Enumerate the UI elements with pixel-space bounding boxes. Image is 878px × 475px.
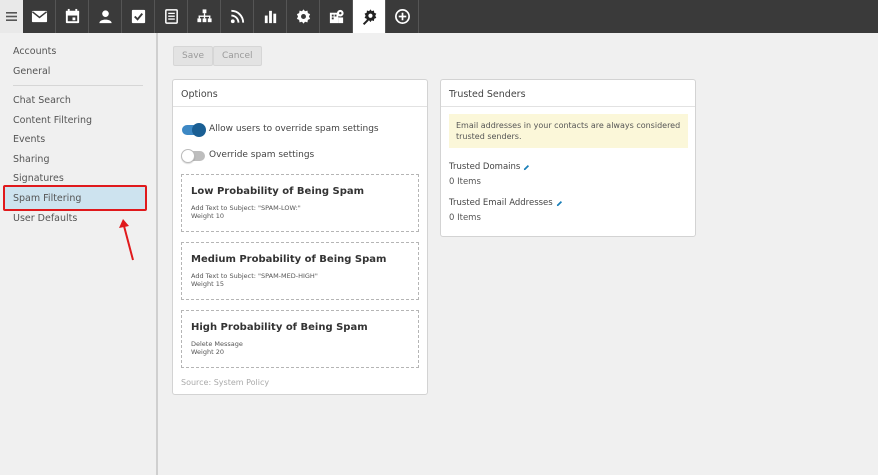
calendar-icon[interactable] (56, 0, 89, 33)
main-content: Save Cancel Options Allow users to overr… (158, 33, 878, 475)
sidebar-item-events[interactable]: Events (13, 134, 45, 145)
admin-gear-icon[interactable] (353, 0, 386, 33)
menu-icon[interactable] (0, 0, 23, 33)
medium-probability-action: Add Text to Subject: "SPAM-MED-HIGH" (191, 272, 318, 280)
cancel-button[interactable]: Cancel (213, 46, 262, 66)
annotation-arrow (119, 219, 134, 261)
panel-divider (441, 106, 695, 107)
medium-probability-box[interactable]: Medium Probability of Being Spam Add Tex… (181, 242, 419, 300)
tasks-icon[interactable] (122, 0, 155, 33)
trusted-senders-title: Trusted Senders (449, 89, 526, 100)
low-probability-weight: Weight 10 (191, 212, 224, 220)
allow-override-toggle[interactable] (182, 123, 206, 137)
rss-icon[interactable] (221, 0, 254, 33)
reports-icon[interactable] (254, 0, 287, 33)
low-probability-action: Add Text to Subject: "SPAM-LOW:" (191, 204, 301, 212)
medium-probability-title: Medium Probability of Being Spam (191, 254, 387, 265)
sitemap-icon[interactable] (188, 0, 221, 33)
sidebar-item-user-defaults[interactable]: User Defaults (13, 213, 77, 224)
sidebar-item-general[interactable]: General (13, 66, 50, 77)
trusted-emails-field[interactable]: Trusted Email Addresses (449, 198, 563, 208)
override-spam-label: Override spam settings (209, 150, 315, 160)
sidebar-item-signatures[interactable]: Signatures (13, 173, 64, 184)
annotation-highlight-box (3, 185, 147, 211)
sidebar-item-sharing[interactable]: Sharing (13, 154, 49, 165)
trusted-emails-label: Trusted Email Addresses (449, 198, 553, 208)
trusted-domains-field[interactable]: Trusted Domains (449, 162, 530, 172)
trusted-senders-notice: Email addresses in your contacts are alw… (449, 114, 688, 148)
low-probability-box[interactable]: Low Probability of Being Spam Add Text t… (181, 174, 419, 232)
save-button[interactable]: Save (173, 46, 214, 66)
high-probability-action: Delete Message (191, 340, 243, 348)
trusted-domains-count: 0 Items (449, 177, 481, 187)
contacts-icon[interactable] (89, 0, 122, 33)
options-panel-title: Options (181, 89, 218, 100)
high-probability-box[interactable]: High Probability of Being Spam Delete Me… (181, 310, 419, 368)
sidebar-item-accounts[interactable]: Accounts (13, 46, 56, 57)
high-probability-weight: Weight 20 (191, 348, 224, 356)
mail-icon[interactable] (23, 0, 56, 33)
override-spam-toggle[interactable] (181, 149, 205, 163)
medium-probability-weight: Weight 15 (191, 280, 224, 288)
policy-source: Source: System Policy (181, 378, 270, 387)
sidebar-item-content-filtering[interactable]: Content Filtering (13, 115, 92, 126)
sidebar-separator (13, 85, 143, 86)
edit-pencil-icon[interactable] (523, 164, 530, 171)
add-icon[interactable] (386, 0, 419, 33)
domain-settings-icon[interactable] (320, 0, 353, 33)
high-probability-title: High Probability of Being Spam (191, 322, 368, 333)
top-toolbar (0, 0, 878, 33)
edit-pencil-icon[interactable] (556, 200, 563, 207)
trusted-domains-label: Trusted Domains (449, 162, 521, 172)
low-probability-title: Low Probability of Being Spam (191, 186, 365, 197)
panel-divider (173, 106, 427, 107)
settings-icon[interactable] (287, 0, 320, 33)
sidebar-item-chat-search[interactable]: Chat Search (13, 95, 71, 106)
allow-override-label: Allow users to override spam settings (209, 124, 379, 134)
trusted-senders-panel: Trusted Senders Email addresses in your … (440, 79, 696, 237)
trusted-emails-count: 0 Items (449, 213, 481, 223)
options-panel: Options Allow users to override spam set… (172, 79, 428, 395)
notes-icon[interactable] (155, 0, 188, 33)
